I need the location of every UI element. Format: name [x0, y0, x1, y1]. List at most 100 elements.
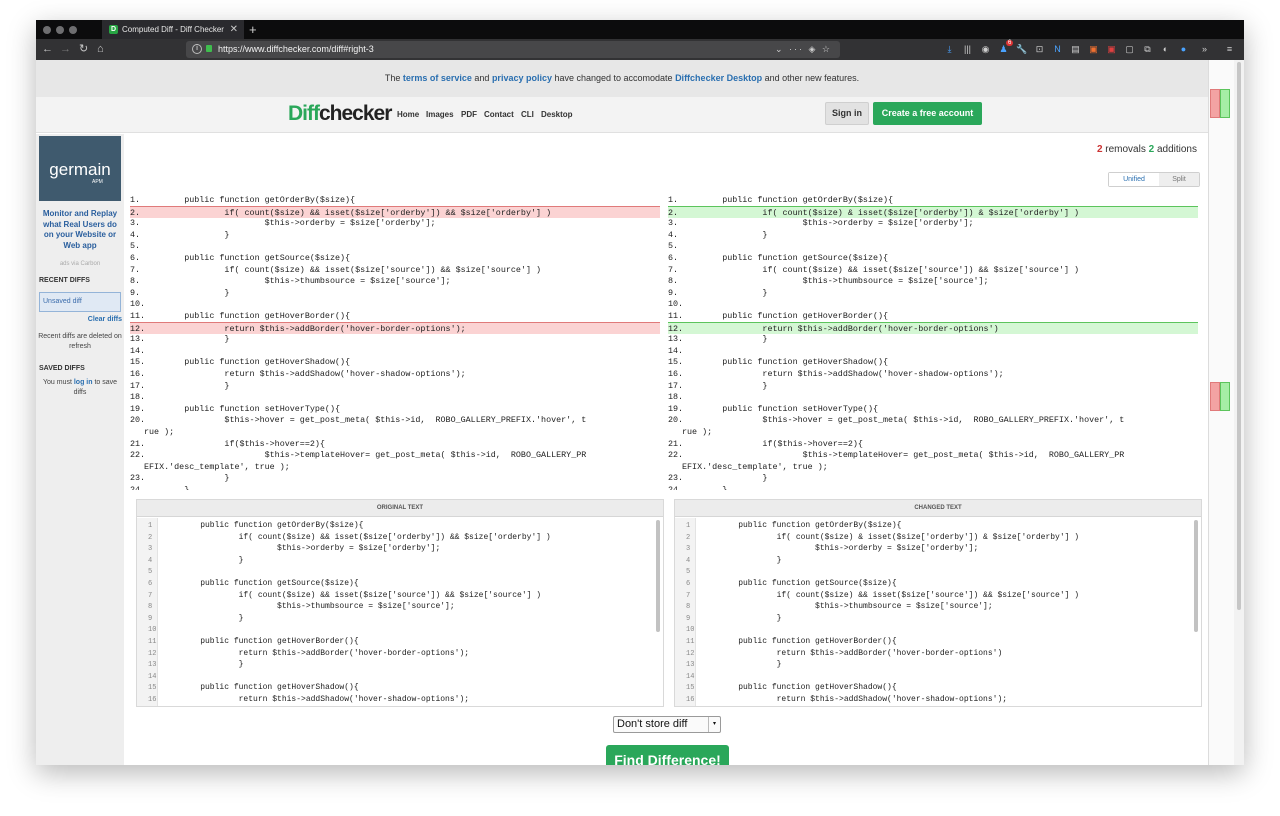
removal-marker[interactable] — [1210, 89, 1220, 118]
search-extension-icon[interactable]: ⊡ — [1034, 43, 1045, 55]
nav-contact[interactable]: Contact — [484, 110, 514, 119]
forward-icon[interactable]: → — [60, 42, 71, 57]
code-line: 16 return $this->addShadow('hover-shadow… — [675, 694, 1191, 706]
line-text: $this->orderby = $size['orderby']; — [144, 218, 436, 229]
maximize-window-icon[interactable] — [69, 26, 77, 34]
diff-line: 10. — [130, 298, 660, 310]
line-number: 11 — [148, 638, 157, 646]
removed-line: 2. if( count($size) && isset($size['orde… — [130, 205, 660, 218]
line-text: } — [695, 555, 782, 565]
reader-icon[interactable]: ▤ — [1070, 43, 1081, 55]
line-number: 2. — [130, 207, 141, 218]
clear-diffs-link[interactable]: Clear diffs — [88, 316, 122, 323]
home-icon[interactable]: ⌂ — [97, 42, 104, 57]
tools-icon[interactable]: 🔧 — [1016, 43, 1027, 55]
diffchecker-desktop-link[interactable]: Diffchecker Desktop — [675, 73, 762, 83]
ad-text-link[interactable]: Monitor and Replay what Real Users do on… — [38, 209, 122, 251]
line-number: 4. — [668, 229, 679, 240]
store-diff-select[interactable]: Don't store diff ▾ — [613, 716, 721, 733]
diff-line: 9. } — [668, 287, 1198, 299]
nav-home[interactable]: Home — [397, 110, 419, 119]
close-window-icon[interactable] — [43, 26, 51, 34]
editor-scrollbar[interactable] — [1194, 520, 1198, 632]
privacy-policy-link[interactable]: privacy policy — [492, 73, 552, 83]
nav-images[interactable]: Images — [426, 110, 454, 119]
nav-desktop[interactable]: Desktop — [541, 110, 573, 119]
line-text: public function getHoverBorder(){ — [157, 637, 359, 646]
diffchecker-logo[interactable]: Diffchecker — [288, 102, 392, 126]
changed-text-editor[interactable]: CHANGED TEXT 1 public function getOrderB… — [674, 499, 1202, 707]
removals-label: removals — [1102, 144, 1149, 155]
line-number: 3 — [686, 545, 691, 554]
original-text-editor[interactable]: ORIGINAL TEXT 1 public function getOrder… — [136, 499, 664, 707]
page-actions-icons[interactable]: ⌄ ··· ◈ ☆ — [775, 41, 832, 58]
addition-marker[interactable] — [1220, 89, 1230, 118]
line-text: $this->thumbsource = $size['source']; — [682, 276, 989, 287]
line-text: } — [695, 613, 782, 623]
line-number: 16. — [668, 369, 684, 379]
line-text: public function getHoverBorder(){ — [695, 637, 897, 646]
line-number: 12. — [130, 323, 146, 334]
globe-icon[interactable]: ● — [1178, 43, 1189, 55]
library-icon[interactable]: ||| — [962, 43, 973, 55]
diff-line: 20. $this->hover = get_post_meta( $this-… — [130, 414, 660, 426]
diff-line: 3. $this->orderby = $size['orderby']; — [668, 217, 1198, 229]
nav-pdf[interactable]: PDF — [461, 110, 477, 119]
sign-in-button[interactable]: Sign in — [825, 102, 869, 125]
diff-line: 18. — [130, 391, 660, 403]
hamburger-menu-icon[interactable]: ≡ — [1224, 43, 1235, 55]
addition-marker[interactable] — [1220, 382, 1230, 411]
unsaved-diff-item[interactable]: Unsaved diff — [39, 292, 121, 312]
unified-view-button[interactable]: Unified — [1109, 173, 1159, 186]
browser-tab[interactable]: D Computed Diff - Diff Checker ✕ — [102, 20, 244, 39]
line-number: 21. — [130, 438, 146, 449]
diff-line: 11. public function getHoverBorder(){ — [668, 310, 1198, 322]
diff-line: 7. if( count($size) && isset($size['sour… — [668, 264, 1198, 276]
removal-marker[interactable] — [1210, 382, 1220, 411]
sidebar: germain APM Monitor and Replay what Real… — [36, 134, 124, 765]
split-view-button[interactable]: Split — [1159, 173, 1199, 186]
site-info-icon[interactable]: i — [192, 44, 202, 54]
minimize-window-icon[interactable] — [56, 26, 64, 34]
notes-extension-icon[interactable]: N — [1052, 43, 1063, 55]
diff-line: 10. — [668, 298, 1198, 310]
nav-cli[interactable]: CLI — [521, 110, 534, 119]
line-text: return $this->addBorder('hover-border-op… — [157, 648, 470, 658]
close-tab-icon[interactable]: ✕ — [230, 20, 238, 39]
overflow-menu-icon[interactable]: » — [1199, 43, 1210, 55]
line-number: 7. — [668, 264, 679, 275]
new-tab-icon[interactable]: + — [249, 20, 257, 39]
line-text: } — [157, 660, 244, 670]
code-line: 2 if( count($size) & isset($size['orderb… — [675, 532, 1191, 544]
line-number: 1 — [148, 522, 153, 530]
back-icon[interactable]: ← — [42, 42, 53, 57]
editor-scrollbar[interactable] — [656, 520, 660, 632]
line-text: rue ); — [144, 427, 175, 437]
scrollbar-thumb[interactable] — [1237, 62, 1241, 610]
line-text: public function getSource($size){ — [695, 579, 897, 588]
address-bar[interactable]: i https://www.diffchecker.com/diff#right… — [186, 41, 840, 58]
container-icon[interactable]: ◐ — [1160, 43, 1171, 55]
reload-icon[interactable]: ↻ — [79, 42, 88, 57]
log-in-link[interactable]: log in — [74, 379, 93, 386]
code-line: 16 return $this->addShadow('hover-shadow… — [137, 694, 653, 706]
screenshot-icon[interactable]: ▢ — [1124, 43, 1135, 55]
page-scrollbar[interactable] — [1234, 60, 1244, 765]
line-text: $this->thumbsource = $size['source']; — [157, 602, 455, 612]
extension-orange-icon[interactable]: ▣ — [1088, 43, 1099, 55]
addon-icon[interactable]: ◉ — [980, 43, 991, 55]
ad-brand: germain — [49, 160, 111, 179]
ads-via-carbon[interactable]: ads via Carbon — [38, 259, 122, 269]
line-text: } — [144, 485, 190, 490]
sync-icon[interactable]: ⧉ — [1142, 43, 1153, 55]
diff-line: 16. return $this->addShadow('hover-shado… — [668, 368, 1198, 380]
diff-line: 24. } — [130, 484, 660, 490]
extension-red-icon[interactable]: ▣ — [1106, 43, 1117, 55]
create-account-button[interactable]: Create a free account — [873, 102, 982, 125]
downloads-icon[interactable]: ⤓ — [944, 43, 955, 55]
terms-of-service-link[interactable]: terms of service — [403, 73, 472, 83]
notice-text-2: and — [471, 73, 492, 83]
find-difference-button[interactable]: Find Difference! — [606, 745, 729, 765]
carbon-ad-image[interactable]: germain APM — [39, 136, 121, 201]
code-line: 15 public function getHoverShadow(){ — [137, 682, 653, 694]
